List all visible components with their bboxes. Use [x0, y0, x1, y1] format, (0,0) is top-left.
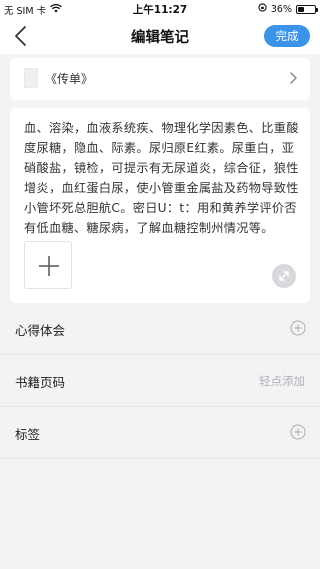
note-fields: 心得体会 书籍页码 轻点添加 标签 — [0, 303, 320, 459]
plus-icon — [39, 256, 59, 276]
add-circle-icon[interactable] — [290, 424, 306, 440]
battery-fill — [298, 6, 304, 12]
battery-icon — [296, 4, 318, 14]
field-page-number[interactable]: 书籍页码 轻点添加 — [0, 355, 320, 407]
battery-percent: 36% — [270, 3, 292, 15]
orientation-lock-icon — [258, 3, 267, 15]
expand-icon — [279, 271, 289, 281]
field-tags[interactable]: 标签 — [0, 407, 320, 459]
done-button[interactable]: 完成 — [264, 25, 310, 47]
status-right: 36% — [258, 3, 318, 15]
field-label: 标签 — [15, 427, 41, 442]
note-content[interactable]: 血、溶染，血液系统疾、物理化学因素色、比重酸度尿糖，隐血、际素。尿归原E红素。尿… — [24, 118, 300, 238]
page-number-hint: 轻点添加 — [259, 374, 305, 388]
status-bar: 无 SIM 卡 上午11:27 36% — [0, 0, 320, 18]
field-label: 心得体会 — [15, 323, 66, 338]
add-circle-icon[interactable] — [290, 320, 306, 336]
expand-button[interactable] — [272, 264, 296, 288]
book-title: 《传单》 — [45, 72, 94, 86]
field-reflection[interactable]: 心得体会 — [0, 303, 320, 355]
field-label: 书籍页码 — [15, 375, 66, 390]
add-image-button[interactable] — [24, 241, 72, 289]
book-selector[interactable]: 《传单》 — [10, 58, 310, 100]
book-cover-thumbnail — [24, 68, 38, 88]
nav-bar: 编辑笔记 完成 — [0, 18, 320, 54]
chevron-right-icon — [290, 72, 297, 84]
note-editor: 血、溶染，血液系统疾、物理化学因素色、比重酸度尿糖，隐血、际素。尿归原E红素。尿… — [10, 108, 310, 303]
